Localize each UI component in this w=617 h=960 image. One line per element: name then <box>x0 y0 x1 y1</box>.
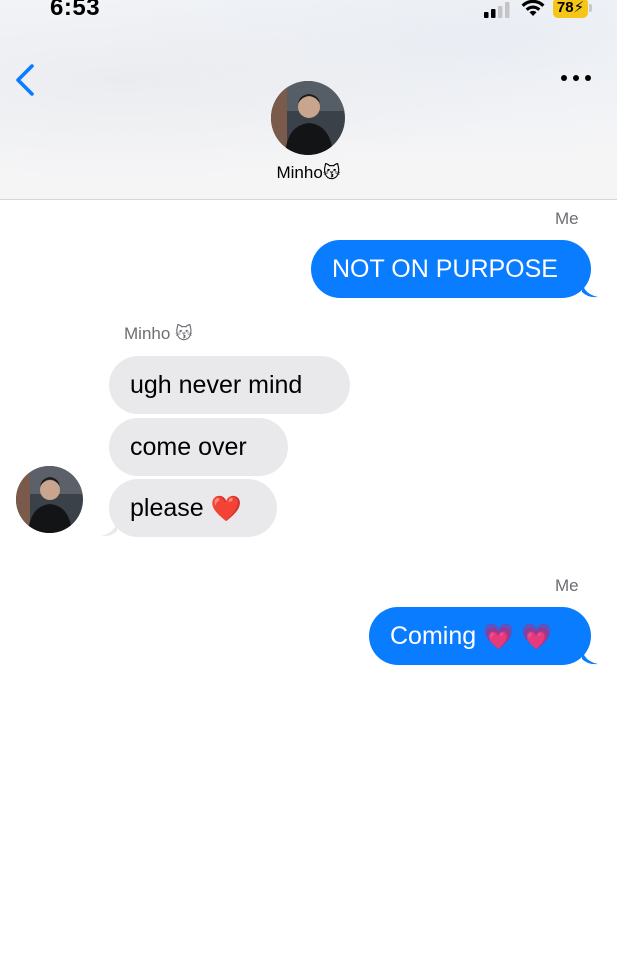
sender-avatar[interactable] <box>16 466 83 533</box>
signal-icon <box>484 2 510 18</box>
bubble-tail <box>101 521 117 537</box>
conversation-header: 6:53 78⚡ Minho😽 <box>0 0 617 200</box>
bubble-tail <box>582 649 598 665</box>
message-text: Coming <box>390 622 477 650</box>
message-text: please <box>130 494 204 522</box>
sender-label-minho: Minho 😽 <box>124 324 193 343</box>
heart-emoji: ❤️ <box>210 495 242 524</box>
contact-avatar[interactable] <box>271 81 345 155</box>
back-chevron-icon[interactable] <box>12 60 40 100</box>
contact-emoji: 😽 <box>322 163 341 182</box>
sender-label-me: Me <box>555 209 579 228</box>
sender-label-me: Me <box>555 576 579 595</box>
more-options-icon[interactable] <box>558 66 594 90</box>
contact-name[interactable]: Minho😽 <box>0 163 617 183</box>
status-time: 6:53 <box>50 0 101 21</box>
battery-indicator: 78⚡ <box>553 0 592 18</box>
sparkling-heart-emoji: 💗 💗 <box>483 623 553 652</box>
contact-name-text: Minho <box>276 163 323 182</box>
message-bubble-outgoing[interactable]: NOT ON PURPOSE <box>311 240 591 298</box>
message-bubble-incoming[interactable]: come over <box>109 418 288 476</box>
message-bubble-outgoing[interactable]: Coming 💗 💗 <box>369 607 591 665</box>
message-bubble-incoming[interactable]: please ❤️ <box>109 479 277 537</box>
bubble-tail <box>582 282 598 298</box>
charging-bolt-icon: ⚡ <box>573 0 585 16</box>
battery-level: 78 <box>556 0 574 16</box>
wifi-icon <box>521 0 545 16</box>
message-bubble-incoming[interactable]: ugh never mind <box>109 356 350 414</box>
